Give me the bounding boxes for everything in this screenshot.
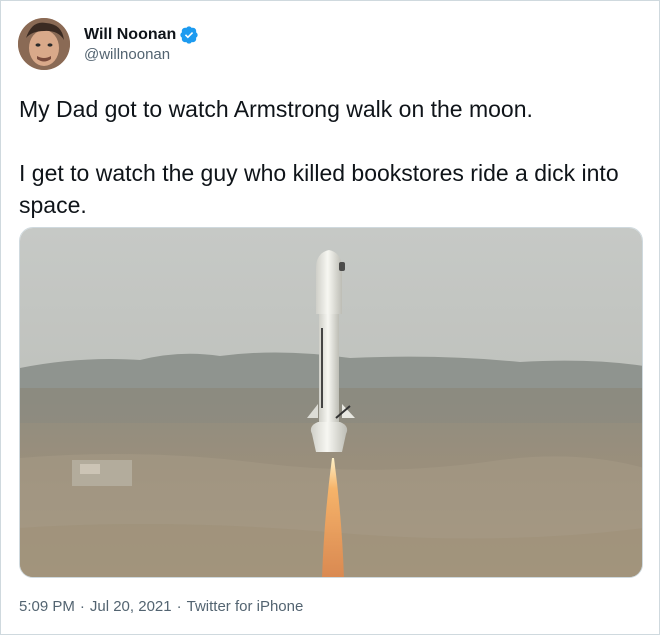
tweet-source[interactable]: Twitter for iPhone (187, 598, 304, 615)
tweet-line-1: My Dad got to watch Armstrong walk on th… (19, 96, 533, 122)
author-display-name[interactable]: Will Noonan (84, 26, 176, 44)
tweet-card: Will Noonan @willnoonan My Dad got to wa… (0, 0, 660, 635)
tweet-time[interactable]: 5:09 PM (19, 598, 75, 615)
tweet-meta: 5:09 PM · Jul 20, 2021 · Twitter for iPh… (19, 598, 303, 615)
tweet-text: My Dad got to watch Armstrong walk on th… (19, 93, 639, 221)
tweet-line-2: I get to watch the guy who killed bookst… (19, 160, 619, 218)
tweet-media-photo[interactable] (19, 227, 643, 578)
tweet-date[interactable]: Jul 20, 2021 (90, 598, 172, 615)
name-row: Will Noonan (84, 26, 198, 44)
author-names: Will Noonan @willnoonan (84, 26, 198, 63)
author-avatar[interactable] (18, 18, 70, 70)
meta-separator: · (176, 598, 182, 615)
verified-badge-icon (180, 25, 198, 44)
tweet-header: Will Noonan @willnoonan (18, 18, 198, 70)
rocket-launch-photo (20, 228, 642, 577)
meta-separator: · (79, 598, 85, 615)
avatar-photo-icon (18, 18, 70, 70)
author-handle[interactable]: @willnoonan (84, 46, 198, 63)
